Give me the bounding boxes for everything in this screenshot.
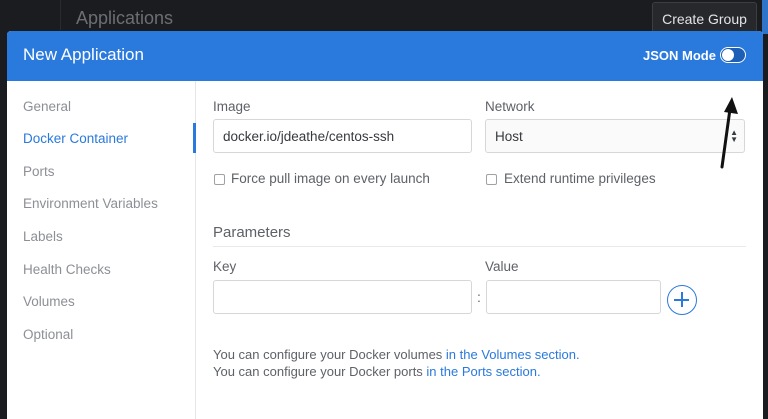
ports-help-prefix: You can configure your Docker ports [213, 364, 427, 379]
sidebar-item-general[interactable]: General [23, 99, 71, 114]
toggle-knob [722, 49, 734, 61]
add-parameter-button[interactable] [667, 285, 697, 315]
key-value-separator: : [477, 289, 481, 305]
background-edge-accent [762, 0, 768, 34]
modal-header: New Application JSON Mode [7, 31, 763, 81]
image-input-value: docker.io/jdeathe/centos-ssh [223, 128, 395, 144]
sidebar-item-labels[interactable]: Labels [23, 229, 63, 244]
sidebar-item-volumes[interactable]: Volumes [23, 294, 75, 309]
ports-help-text: You can configure your Docker ports in t… [213, 364, 541, 379]
volumes-section-link[interactable]: in the Volumes section. [446, 347, 580, 362]
sidebar-item-environment-variables[interactable]: Environment Variables [23, 196, 158, 211]
modal-title: New Application [23, 45, 144, 64]
force-pull-checkbox[interactable] [214, 174, 225, 185]
extend-privileges-checkbox[interactable] [486, 174, 497, 185]
image-label: Image [213, 99, 251, 114]
new-application-modal: New Application JSON Mode General Docker… [7, 31, 763, 419]
network-select[interactable]: Host ▲ ▼ [485, 119, 745, 153]
value-label: Value [485, 259, 519, 274]
annotation-arrow-icon [720, 97, 738, 169]
sidebar-item-ports[interactable]: Ports [23, 164, 55, 179]
ports-section-link[interactable]: in the Ports section. [426, 364, 540, 379]
force-pull-label: Force pull image on every launch [231, 171, 430, 186]
image-input[interactable]: docker.io/jdeathe/centos-ssh [213, 119, 472, 153]
key-label: Key [213, 259, 237, 274]
sidebar-active-indicator [193, 123, 196, 153]
sidebar-item-docker-container[interactable]: Docker Container [23, 131, 128, 146]
volumes-help-text: You can configure your Docker volumes in… [213, 347, 580, 362]
network-label: Network [485, 99, 535, 114]
background-divider [60, 0, 61, 30]
json-mode-toggle[interactable] [720, 47, 746, 63]
background-page-title: Applications [76, 8, 174, 28]
network-select-value: Host [495, 128, 523, 144]
modal-sidebar: General Docker Container Ports Environme… [7, 81, 196, 419]
parameters-divider [213, 246, 746, 247]
json-mode-label: JSON Mode [643, 48, 716, 63]
parameter-key-input[interactable] [213, 280, 472, 314]
volumes-help-prefix: You can configure your Docker volumes [213, 347, 446, 362]
sidebar-item-health-checks[interactable]: Health Checks [23, 262, 111, 277]
extend-privileges-label: Extend runtime privileges [504, 171, 656, 186]
sidebar-item-optional[interactable]: Optional [23, 327, 73, 342]
parameter-value-input[interactable] [486, 280, 661, 314]
parameters-title: Parameters [213, 224, 291, 241]
